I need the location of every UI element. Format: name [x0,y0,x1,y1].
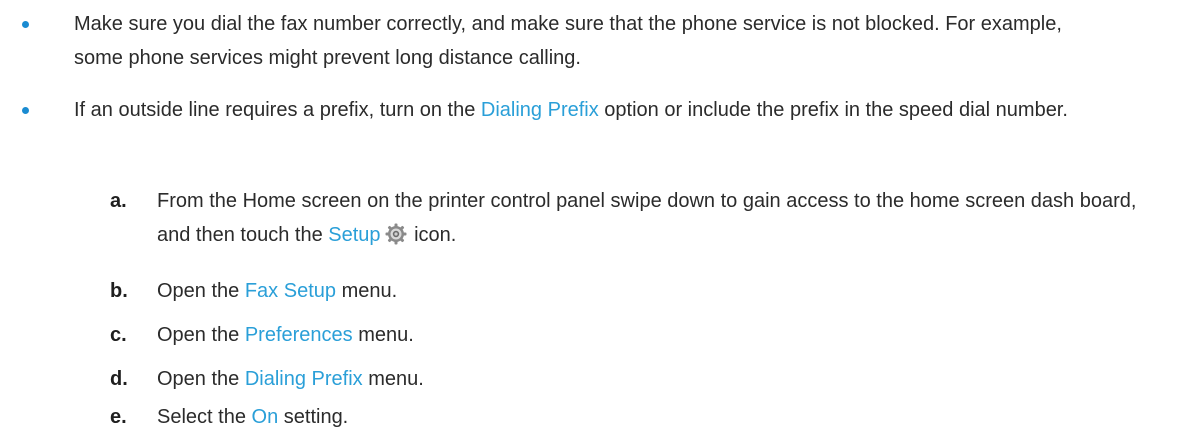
text-segment: Open the [157,324,245,346]
step-text: Open the Fax Setup menu. [157,274,1167,308]
text-segment: From the Home screen on the printer cont… [157,190,1137,246]
text-segment: Open the [157,368,245,390]
text-segment: Open the [157,280,245,302]
bullet-text: Make sure you dial the fax number correc… [74,13,1062,69]
step-letter: d. [110,368,128,390]
step-letter: e. [110,406,127,428]
step-b: b. Open the Fax Setup menu. [0,274,1179,308]
dialing-prefix-link[interactable]: Dialing Prefix [481,99,599,121]
step-d: d. Open the Dialing Prefix menu. [0,362,1179,396]
step-a: a. From the Home screen on the printer c… [0,184,1179,252]
step-c: c. Open the Preferences menu. [0,318,1179,352]
step-text: Open the Preferences menu. [157,318,1167,352]
fax-setup-link[interactable]: Fax Setup [245,280,336,302]
text-segment: If an outside line requires a prefix, tu… [74,99,481,121]
gear-icon [385,222,407,256]
text-segment: setting. [278,406,349,428]
step-text: Open the Dialing Prefix menu. [157,362,1167,396]
dialing-prefix-link[interactable]: Dialing Prefix [245,368,363,390]
step-text: From the Home screen on the printer cont… [157,184,1157,256]
setup-link[interactable]: Setup [328,224,380,246]
step-letter: a. [110,190,127,212]
text-segment: menu. [352,324,414,346]
bullet-dot [22,107,29,114]
text-segment: menu. [362,368,424,390]
step-e: e. Select the On setting. [0,400,1179,434]
text-segment: icon. [408,224,457,246]
bullet-text: If an outside line requires a prefix, tu… [74,93,1074,127]
text-segment: Select the [157,406,252,428]
step-letter: b. [110,280,128,302]
preferences-link[interactable]: Preferences [245,324,353,346]
step-text: Select the On setting. [157,400,1167,434]
on-setting-link[interactable]: On [252,406,279,428]
text-segment: option or include the prefix in the spee… [598,99,1068,121]
step-letter: c. [110,324,127,346]
bullet-dot [22,21,29,28]
text-segment: menu. [336,280,398,302]
